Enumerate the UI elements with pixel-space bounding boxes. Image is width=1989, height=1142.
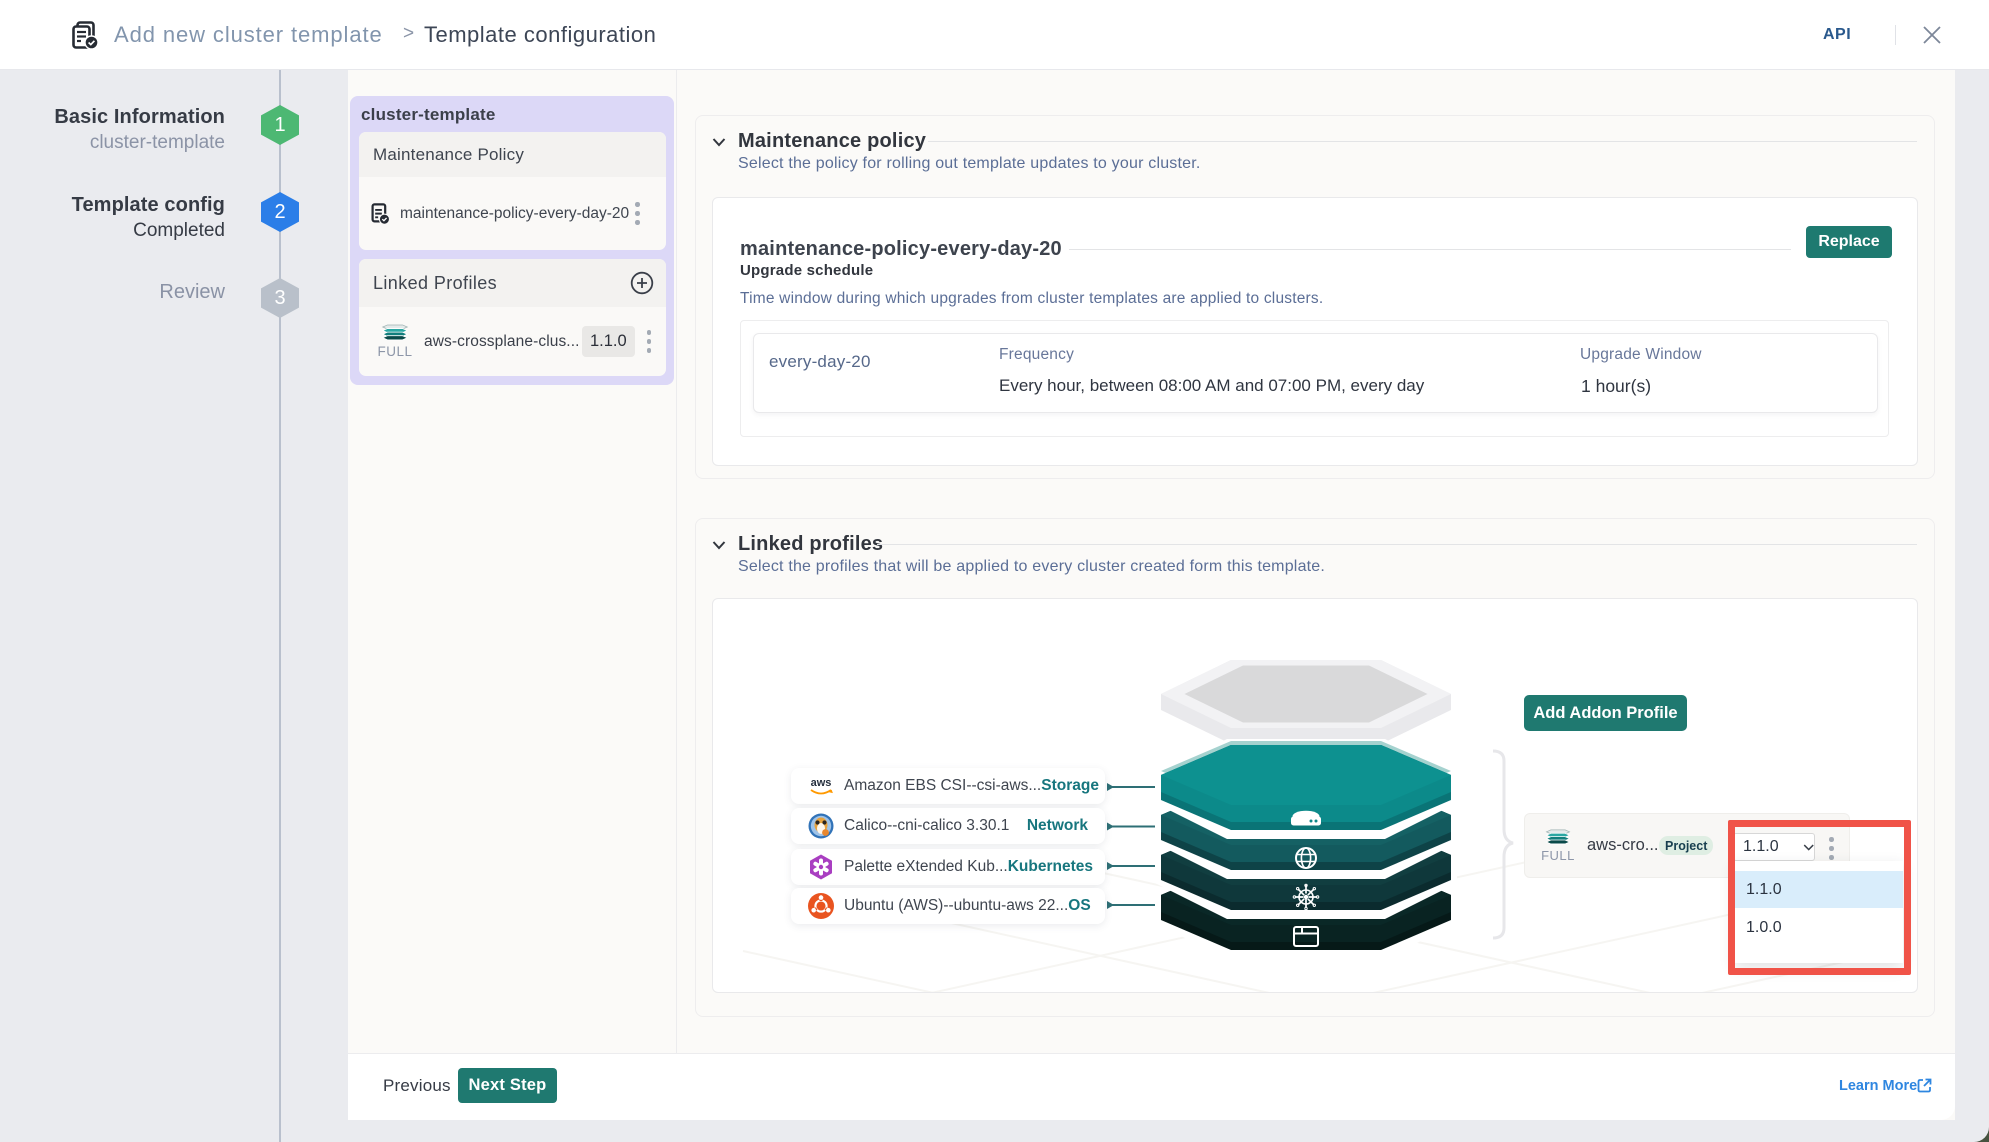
svg-text:aws: aws — [811, 777, 832, 789]
